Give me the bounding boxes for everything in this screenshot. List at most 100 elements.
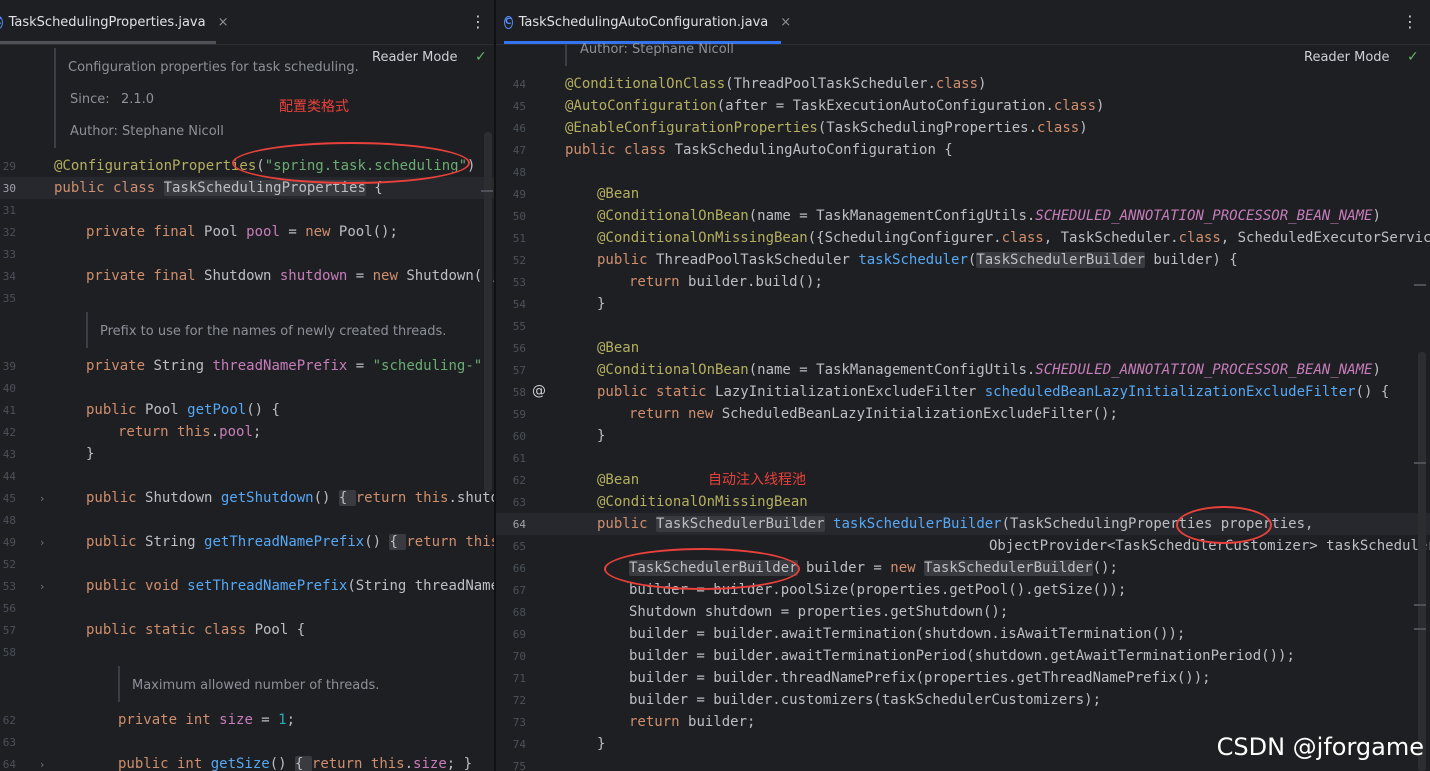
line-number: 43 [2,448,16,461]
code-line-39[interactable]: private String threadNamePrefix = "sched… [86,355,491,377]
code-line-63[interactable]: @ConditionalOnMissingBean [597,491,808,513]
code-line-52[interactable]: public ThreadPoolTaskScheduler taskSched… [597,249,1238,271]
code-line-49[interactable]: @Bean [597,183,639,205]
code-line-64[interactable]: public int getSize() { return this.size;… [118,753,472,771]
code-line-42[interactable]: return this.pool; [118,421,261,443]
line-number: 72 [512,694,526,707]
line-number: 63 [2,736,16,749]
code-line-57[interactable]: public static class Pool { [86,619,305,641]
code-line-57[interactable]: @ConditionalOnBean(name = TaskManagement… [597,359,1381,381]
code-line-44[interactable]: @ConditionalOnClass(ThreadPoolTaskSchedu… [565,73,986,95]
fold-icon[interactable]: › [40,580,44,593]
line-number: 40 [2,382,16,395]
line-number: 45 [2,492,16,505]
reader-mode-button[interactable]: Reader Mode [1304,50,1390,65]
code-line-70[interactable]: builder = builder.awaitTerminationPeriod… [629,645,1295,667]
more-options-icon[interactable]: ⋮ [470,12,486,31]
line-number: 53 [512,276,526,289]
code-line-71[interactable]: builder = builder.threadNamePrefix(prope… [629,667,1211,689]
code-line-54[interactable]: } [597,293,605,315]
code-line-32[interactable]: private final Pool pool = new Pool(); [86,221,398,243]
code-line-68[interactable]: Shutdown shutdown = properties.getShutdo… [629,601,1008,623]
left-editor-pane: C TaskSchedulingProperties.java × ⋮ Read… [0,0,494,771]
line-number: 54 [512,298,526,311]
line-number: 41 [2,404,16,417]
close-icon[interactable]: × [780,15,791,30]
line-number: 55 [512,320,526,333]
more-options-icon[interactable]: ⋮ [1402,12,1418,31]
fold-icon[interactable]: › [40,492,44,505]
code-line-46[interactable]: @EnableConfigurationProperties(TaskSched… [565,117,1088,139]
code-line-72[interactable]: builder = builder.customizers(taskSchedu… [629,689,1101,711]
line-number: 49 [2,536,16,549]
line-number: 65 [512,540,526,553]
fold-icon[interactable]: › [40,758,44,771]
doc-author: Author: Stephane Nicoll [70,124,224,139]
code-line-53[interactable]: return builder.build(); [629,271,823,293]
highlight-ellipse-properties [1176,506,1272,544]
highlight-ellipse-config-prefix [232,142,470,184]
tab-task-scheduling-auto-configuration[interactable]: C TaskSchedulingAutoConfiguration.java × [504,0,791,44]
code-line-43[interactable]: } [86,443,94,465]
code-line-62[interactable]: @Bean [597,469,639,491]
code-line-34[interactable]: private final Shutdown shutdown = new Sh… [86,265,494,287]
line-number: 58 [2,646,16,659]
code-line-56[interactable]: @Bean [597,337,639,359]
line-number: 51 [512,232,526,245]
code-line-41[interactable]: public Pool getPool() { [86,399,280,421]
line-number: 63 [512,496,526,509]
line-number: 58 [512,386,526,399]
code-line-51[interactable]: @ConditionalOnMissingBean({SchedulingCon… [597,227,1430,249]
reader-mode-button[interactable]: Reader Mode [372,50,458,65]
scroll-marker [481,190,493,192]
line-number: 57 [2,624,16,637]
watermark: CSDN @jforgame [1216,733,1424,761]
line-number: 67 [512,584,526,597]
right-editor-pane: C TaskSchedulingAutoConfiguration.java ×… [496,0,1430,771]
code-line-47[interactable]: public class TaskSchedulingAutoConfigura… [565,139,953,161]
line-number: 70 [512,650,526,663]
code-line-45[interactable]: @AutoConfiguration(after = TaskExecution… [565,95,1104,117]
line-number: 44 [2,470,16,483]
code-line-45[interactable]: public Shutdown getShutdown() { return t… [86,487,494,509]
line-number: 71 [512,672,526,685]
scroll-marker [1414,284,1426,286]
line-number: 48 [2,514,16,527]
left-scrollbar[interactable] [484,132,492,492]
tab-filename: TaskSchedulingProperties.java [8,14,206,30]
line-number: 75 [512,760,526,771]
code-line-58[interactable]: public static LazyInitializationExcludeF… [597,381,1389,403]
code-line-60[interactable]: } [597,425,605,447]
bean-gutter-icon[interactable]: @ [532,383,546,399]
line-number: 30 [2,182,16,195]
line-number: 73 [512,716,526,729]
code-line-74[interactable]: } [597,733,605,755]
line-number: 49 [512,188,526,201]
code-line-49[interactable]: public String getThreadNamePrefix() { re… [86,531,494,553]
code-line-69[interactable]: builder = builder.awaitTermination(shutd… [629,623,1185,645]
right-scrollbar[interactable] [1418,352,1426,771]
close-icon[interactable]: × [218,15,229,30]
doc-since-value: 2.1.0 [121,92,155,107]
highlight-ellipse-builder [604,548,800,590]
code-line-59[interactable]: return new ScheduledBeanLazyInitializati… [629,403,1118,425]
doc-prefix: Prefix to use for the names of newly cre… [100,324,447,339]
line-number: 50 [512,210,526,223]
doc-description: Configuration properties for task schedu… [68,60,359,75]
line-number: 29 [2,160,16,173]
tab-task-scheduling-properties[interactable]: C TaskSchedulingProperties.java × [0,0,228,44]
code-line-53[interactable]: public void setThreadNamePrefix(String t… [86,575,494,597]
code-line-62[interactable]: private int size = 1; [118,709,295,731]
annotation-note-auto-inject: 自动注入线程池 [708,472,806,488]
code-line-50[interactable]: @ConditionalOnBean(name = TaskManagement… [597,205,1381,227]
line-number: 39 [2,360,16,373]
tab-filename: TaskSchedulingAutoConfiguration.java [518,14,769,30]
fold-icon[interactable]: › [40,536,44,549]
code-line-73[interactable]: return builder; [629,711,755,733]
line-number: 52 [512,254,526,267]
line-number: 56 [512,342,526,355]
line-number: 35 [2,292,16,305]
line-number: 53 [2,580,16,593]
doc-comment-bar [565,44,567,66]
line-number: 48 [512,166,526,179]
